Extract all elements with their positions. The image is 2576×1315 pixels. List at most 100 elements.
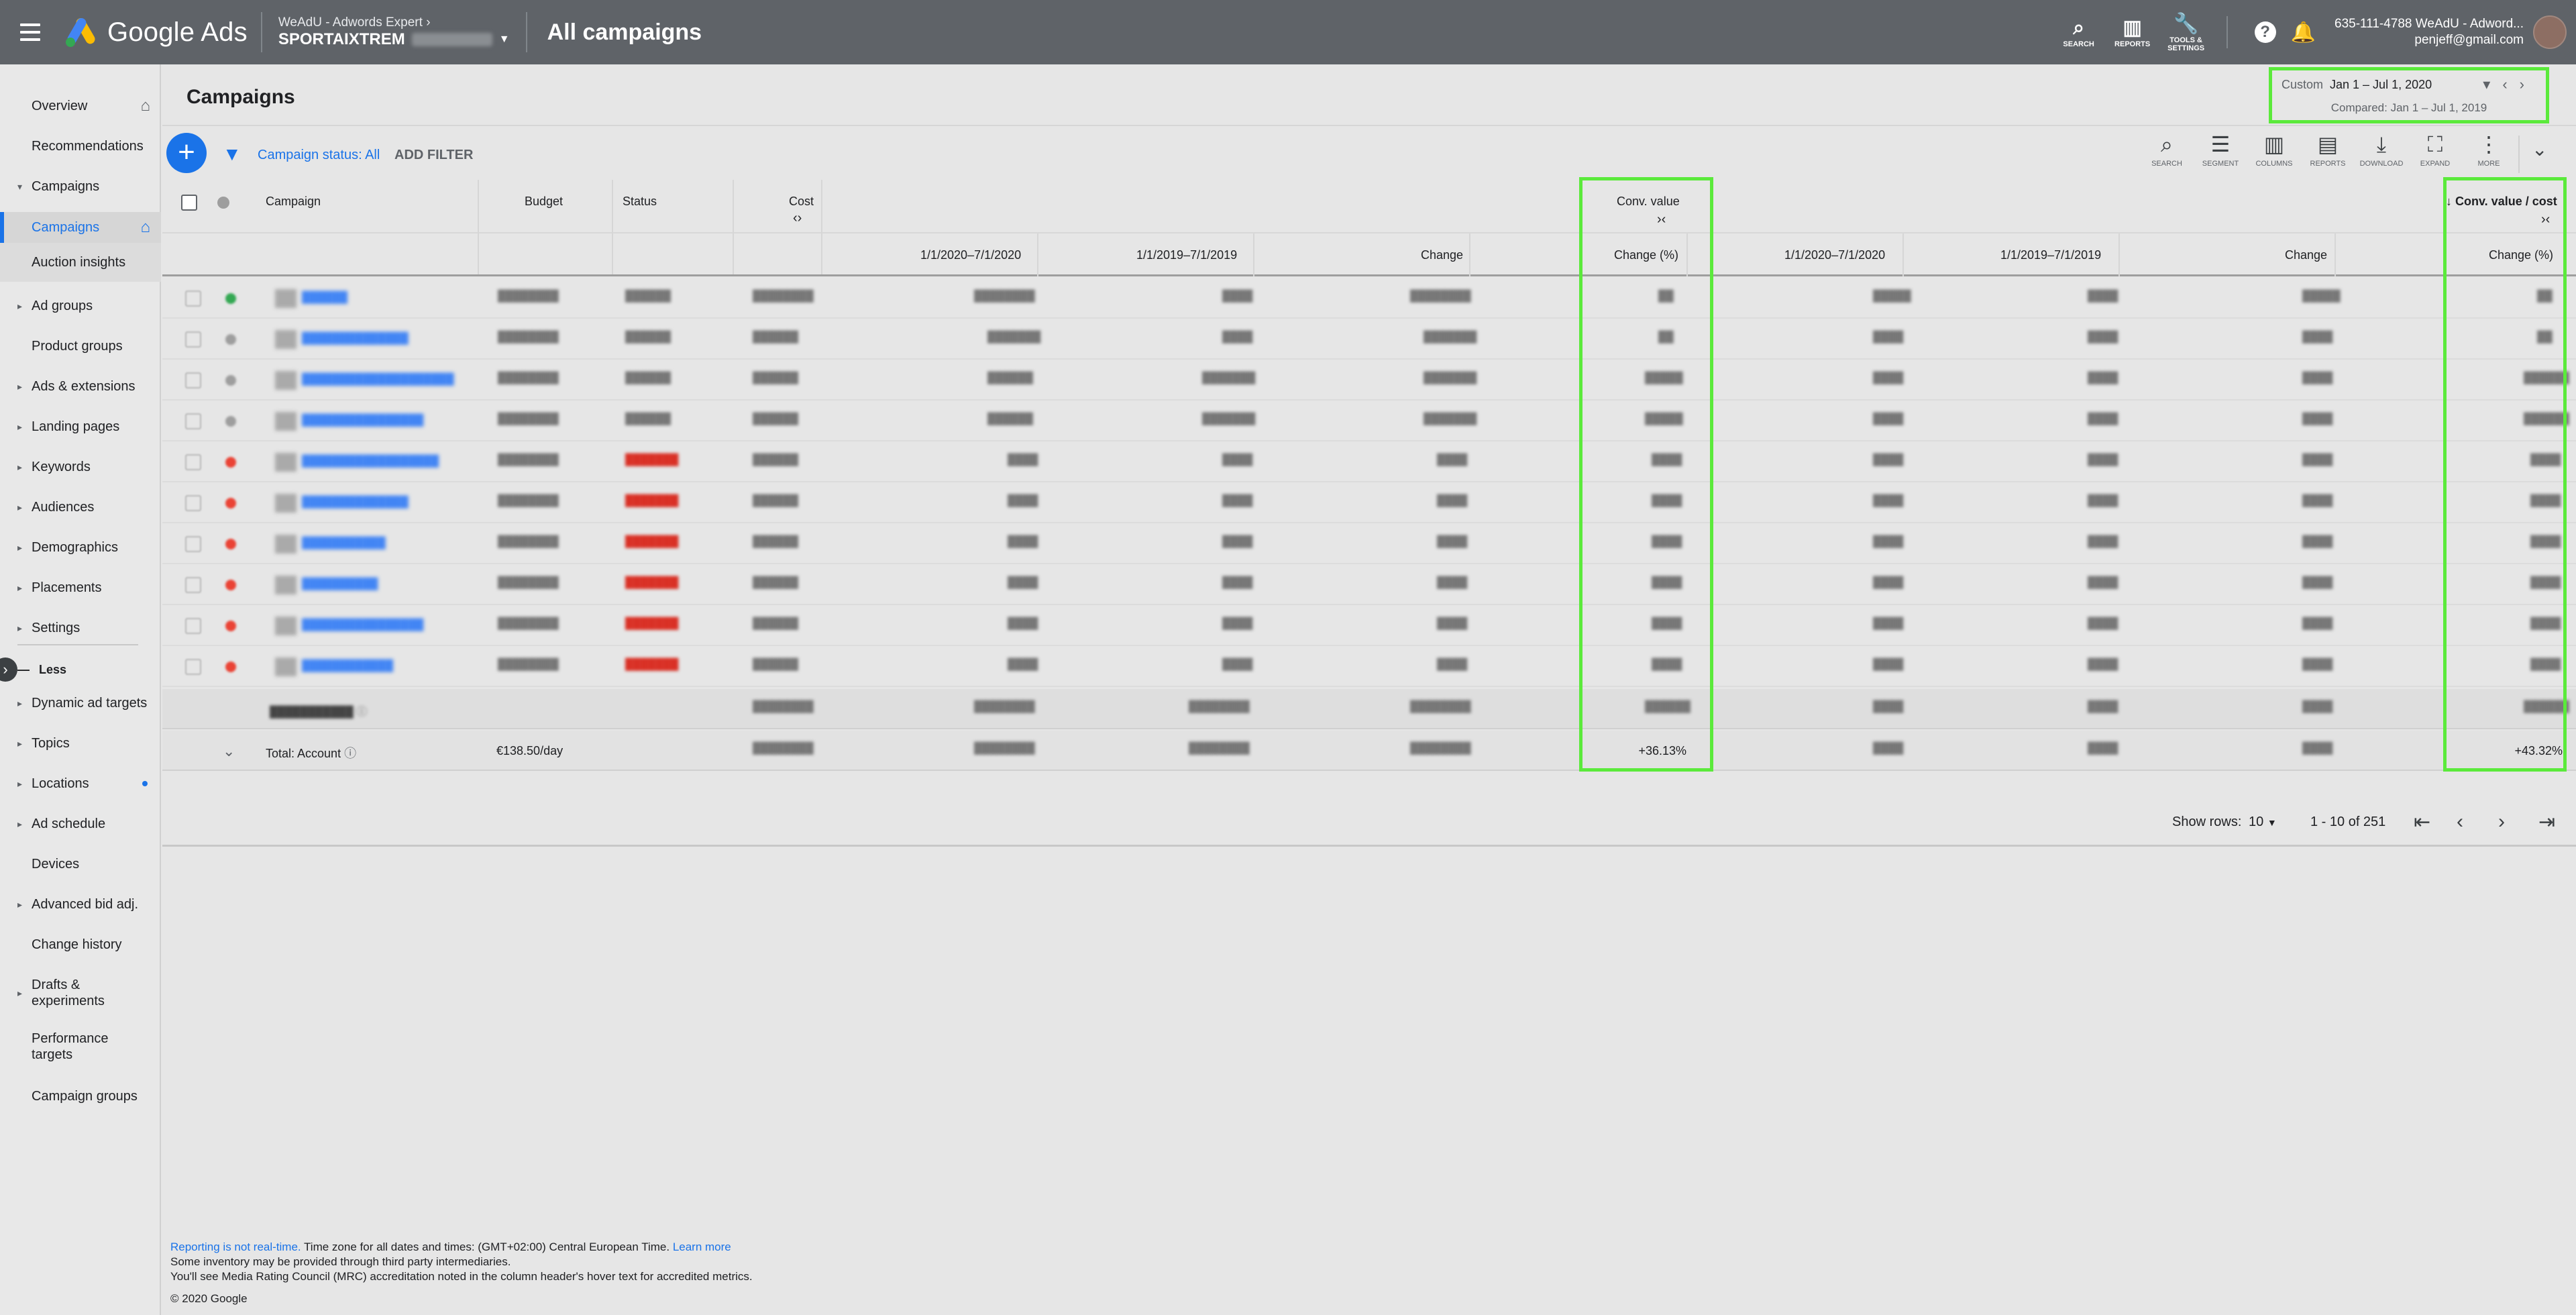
caret-right-icon: ▸ xyxy=(17,461,23,472)
date-range-picker[interactable]: Custom Jan 1 – Jul 1, 2020 ▾‹› Compared:… xyxy=(2269,67,2549,123)
sidebar-item-devices[interactable]: Devices xyxy=(0,851,161,878)
sidebar-item-demographics[interactable]: ▸ Demographics xyxy=(0,534,161,561)
bell-icon[interactable]: 🔔 xyxy=(2291,21,2316,44)
select-all-checkbox[interactable] xyxy=(181,195,197,211)
sidebar-item-recommendations[interactable]: Recommendations xyxy=(0,133,161,160)
search-tool-button[interactable]: ⌕ SEARCH xyxy=(2052,16,2106,48)
sidebar-item-campaigns[interactable]: Campaigns ⌂ xyxy=(0,212,161,243)
caret-right-icon: ▸ xyxy=(17,300,23,311)
sidebar-less-toggle[interactable]: — Less xyxy=(0,656,161,683)
expand-button[interactable]: ⛶ EXPAND xyxy=(2408,129,2462,173)
sidebar-item-campaigns-group[interactable]: ▾ Campaigns xyxy=(0,173,161,200)
tools-settings-button[interactable]: 🔧 TOOLS & SETTINGS xyxy=(2159,12,2213,52)
rows-per-page-select[interactable]: 10 ▼ xyxy=(2249,814,2277,830)
more-button[interactable]: ⋮ MORE xyxy=(2462,129,2516,173)
help-circle-icon[interactable]: ⓘ xyxy=(344,747,356,760)
sidebar-item-settings[interactable]: ▸ Settings xyxy=(0,615,161,641)
chevron-down-icon[interactable]: ⌄ xyxy=(223,743,235,760)
table-row[interactable]: ████████████████████ ████████ ██████ █████… xyxy=(162,360,2576,401)
sidebar-item-label: Campaigns xyxy=(32,178,100,194)
menu-icon[interactable] xyxy=(20,17,50,47)
reporting-link[interactable]: Reporting is not real-time. xyxy=(170,1241,301,1253)
add-filter-button[interactable]: ADD FILTER xyxy=(394,148,473,163)
home-icon: ⌂ xyxy=(140,97,151,115)
sidebar-item-label: Change history xyxy=(32,937,122,952)
sidebar-item-landing-pages[interactable]: ▸ Landing pages xyxy=(0,413,161,440)
sidebar-item-label: Performance targets xyxy=(32,1031,109,1062)
download-button[interactable]: ⤓ DOWNLOAD xyxy=(2355,129,2408,173)
segment-button[interactable]: ☰ SEGMENT xyxy=(2194,129,2247,173)
columns-button[interactable]: ▥ COLUMNS xyxy=(2247,129,2301,173)
sidebar-item-ads-extensions[interactable]: ▸ Ads & extensions xyxy=(0,373,161,400)
segment-icon: ☰ xyxy=(2210,132,2231,156)
sidebar-item-label: Dynamic ad targets xyxy=(32,695,148,711)
change-header: Change xyxy=(1421,248,1464,262)
search-button[interactable]: ⌕ SEARCH xyxy=(2140,129,2194,173)
status-header[interactable]: Status xyxy=(623,195,657,209)
reports-tool-button[interactable]: ▥ REPORTS xyxy=(2106,16,2159,48)
sidebar-item-placements[interactable]: ▸ Placements xyxy=(0,574,161,601)
budget-header[interactable]: Budget xyxy=(525,195,563,209)
chevron-left-icon[interactable]: ‹ xyxy=(2457,810,2463,833)
table-row[interactable]: ██████████ ████████ ███████ ██████ ████ ███… xyxy=(162,565,2576,605)
chevron-right-icon[interactable]: › xyxy=(2520,76,2536,93)
reports-button[interactable]: ▤ REPORTS xyxy=(2301,129,2355,173)
learn-more-link[interactable]: Learn more xyxy=(673,1241,731,1253)
sidebar-item-change-history[interactable]: Change history xyxy=(0,931,161,958)
total-account-budget: €138.50/day xyxy=(496,744,564,757)
sidebar-item-keywords[interactable]: ▸ Keywords xyxy=(0,454,161,480)
table-row[interactable]: ██████████████████ ████████ ███████ ██████… xyxy=(162,442,2576,482)
pagination: Show rows: 10 ▼ 1 - 10 of 251 ⇤ ‹ › ⇥ xyxy=(162,800,2576,847)
sidebar-item-product-groups[interactable]: Product groups xyxy=(0,333,161,360)
sidebar-item-topics[interactable]: ▸ Topics xyxy=(0,730,161,757)
page-heading: All campaigns xyxy=(547,19,702,45)
help-icon[interactable]: ? xyxy=(2254,21,2276,43)
table-row[interactable]: ████████████ ████████ ███████ ██████ ████ █… xyxy=(162,647,2576,687)
table-row[interactable]: ████████████████ ████████ ███████ ██████ █… xyxy=(162,606,2576,646)
user-info[interactable]: 635-111-4788 WeAdU - Adword... penjeff@g… xyxy=(2334,16,2524,48)
account-parent: WeAdU - Adwords Expert xyxy=(278,15,423,30)
expand-column-icon[interactable]: ‹› xyxy=(793,211,802,226)
sidebar-item-campaign-groups[interactable]: Campaign groups xyxy=(0,1083,161,1110)
sidebar-item-performance-targets[interactable]: Performance targets xyxy=(0,1028,134,1065)
more-icon: ⋮ xyxy=(2478,132,2500,156)
chevron-down-icon[interactable]: ⌄ xyxy=(2532,138,2547,173)
chevron-right-icon[interactable]: › xyxy=(2498,810,2505,833)
period-current-header: 1/1/2020–7/1/2020 xyxy=(920,248,1022,262)
last-page-icon[interactable]: ⇥ xyxy=(2538,810,2555,834)
sidebar-item-locations[interactable]: ▸ Locations xyxy=(0,770,161,797)
filter-icon[interactable]: ▼ xyxy=(223,144,241,165)
sidebar-item-advanced-bid-adj[interactable]: ▸ Advanced bid adj. xyxy=(0,891,161,918)
sidebar-item-audiences[interactable]: ▸ Audiences xyxy=(0,494,161,521)
home-icon: ⌂ xyxy=(140,218,151,236)
sidebar-item-label: Campaign groups xyxy=(32,1088,138,1104)
expand-icon: ⛶ xyxy=(2427,132,2443,156)
caret-down-icon[interactable]: ▾ xyxy=(2483,76,2502,93)
campaign-status-filter[interactable]: Campaign status: All xyxy=(258,148,380,163)
chevron-left-icon[interactable]: ‹ xyxy=(2502,76,2519,93)
table-row[interactable]: ████████████████ ████████ ██████ ██████ ██… xyxy=(162,401,2576,441)
table-row[interactable]: ███████████ ████████ ███████ ██████ ████ ██… xyxy=(162,524,2576,564)
campaign-header[interactable]: Campaign xyxy=(266,195,321,209)
sidebar-item-overview[interactable]: Overview ⌂ xyxy=(0,93,161,119)
cost-header[interactable]: Cost xyxy=(789,195,814,209)
tool-label: REPORTS xyxy=(2310,160,2346,168)
add-campaign-button[interactable]: + xyxy=(166,133,207,173)
table-row[interactable]: ██████████████ ████████ ██████ ██████ ████… xyxy=(162,319,2576,360)
main-content: Campaigns Custom Jan 1 – Jul 1, 2020 ▾‹›… xyxy=(162,64,2576,1315)
sidebar-item-drafts-experiments[interactable]: ▸ Drafts & experiments xyxy=(0,974,134,1012)
account-switcher[interactable]: WeAdU - Adwords Expert › SPORTAIXTREM ▼ xyxy=(278,15,510,49)
date-range-value: Jan 1 – Jul 1, 2020 xyxy=(2330,77,2432,91)
sidebar-item-dynamic-ad-targets[interactable]: ▸ Dynamic ad targets xyxy=(0,690,161,717)
avatar[interactable] xyxy=(2533,15,2567,49)
sidebar-item-ad-groups[interactable]: ▸ Ad groups xyxy=(0,293,161,319)
sidebar-item-auction-insights[interactable]: Auction insights xyxy=(0,243,161,282)
sidebar-item-label: Less xyxy=(39,662,67,676)
first-page-icon[interactable]: ⇤ xyxy=(2414,810,2430,834)
table-row[interactable]: ██████ ████████ ██████ ████████ ████████ ██… xyxy=(162,278,2576,319)
divider xyxy=(260,12,262,52)
download-icon: ⤓ xyxy=(2376,132,2387,156)
reports-icon: ▤ xyxy=(2317,132,2339,156)
table-row[interactable]: ██████████████ ████████ ███████ ██████ ███… xyxy=(162,483,2576,523)
sidebar-item-ad-schedule[interactable]: ▸ Ad schedule xyxy=(0,810,161,837)
